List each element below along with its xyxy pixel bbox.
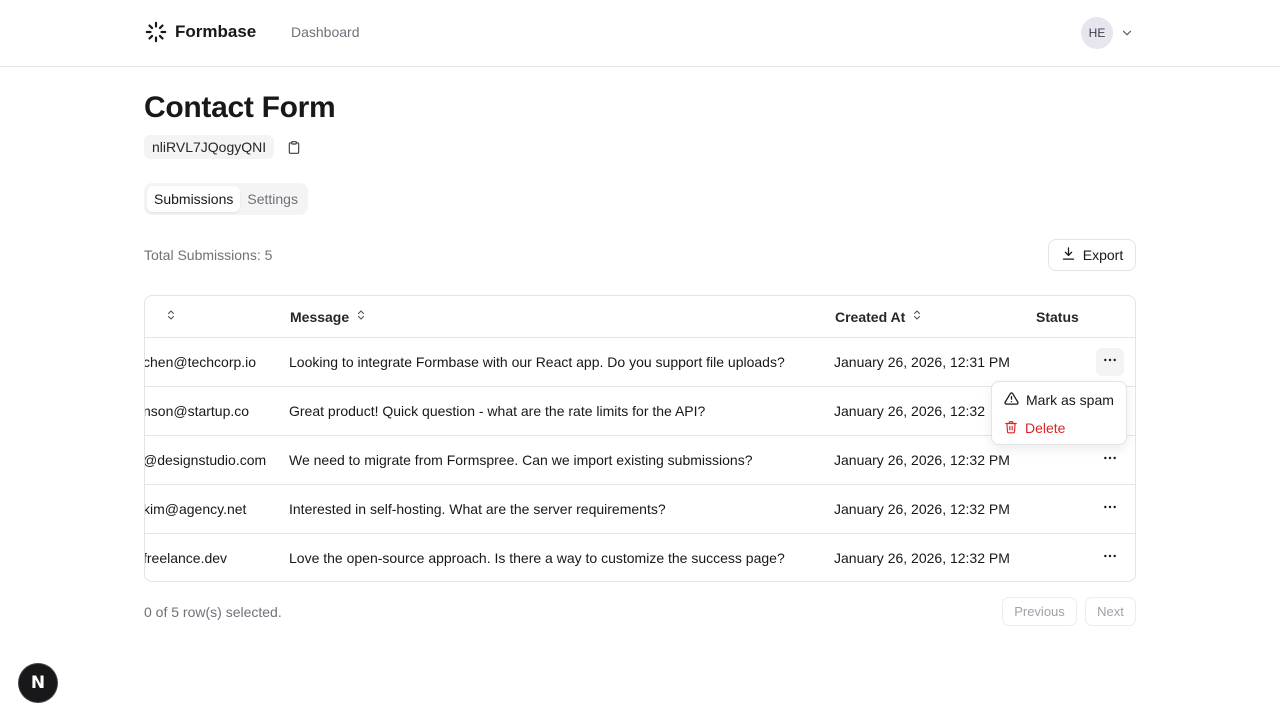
row-actions-button[interactable] [1096,348,1124,376]
column-header-created-at[interactable]: Created At [835,296,923,337]
more-horizontal-icon [1102,499,1118,520]
download-icon [1061,246,1076,264]
more-horizontal-icon [1102,352,1118,373]
email-cell: nson@startup.co [144,403,250,419]
menu-item-label: Mark as spam [1026,392,1114,408]
more-horizontal-icon [1102,450,1118,471]
column-header-message[interactable]: Message [290,296,367,337]
sort-icon [911,308,923,325]
brand-name: Formbase [175,22,257,41]
created-at-cell: January 26, 2026, 12:31 PM [834,354,1010,370]
table-row[interactable]: nson@startup.co Great product! Quick que… [145,387,1135,436]
export-button[interactable]: Export [1048,239,1136,271]
column-header-status: Status [1036,308,1079,325]
row-actions-button[interactable] [1096,544,1124,572]
message-cell: Love the open-source approach. Is there … [289,550,785,566]
column-header-email[interactable] [159,296,177,337]
more-horizontal-icon [1102,548,1118,569]
trash-icon [1004,420,1018,437]
row-actions-menu: Mark as spam Delete [991,381,1127,445]
dev-tools-badge[interactable]: N [19,664,57,702]
table-row[interactable]: freelance.dev Love the open-source appro… [144,534,1135,581]
table-row[interactable]: chen@techcorp.io Looking to integrate Fo… [145,338,1135,387]
top-navigation-bar: Formbase Dashboard HE [0,0,1280,67]
sort-icon [165,308,177,325]
created-at-cell: January 26, 2026, 12:32 PM [834,501,1010,517]
tab-list: Submissions Settings [144,183,308,215]
spinner-logo-icon [145,21,167,43]
email-cell: kim@agency.net [144,501,247,517]
previous-page-button[interactable]: Previous [1002,597,1077,626]
export-label: Export [1082,247,1124,263]
user-avatar[interactable]: HE [1081,17,1113,49]
menu-item-mark-as-spam[interactable]: Mark as spam [996,386,1122,414]
email-cell: chen@techcorp.io [144,354,257,370]
dev-badge-letter: N [30,673,46,693]
brand-link[interactable]: Formbase [145,21,256,43]
page-title: Contact Form [144,91,336,124]
created-at-cell: January 26, 2026, 12:32 PM [834,550,1010,566]
menu-item-label: Delete [1025,420,1066,436]
message-cell: Looking to integrate Formbase with our R… [289,354,785,370]
nav-dashboard-link[interactable]: Dashboard [291,24,360,40]
clipboard-icon[interactable] [285,138,303,156]
message-cell: We need to migrate from Formspree. Can w… [289,452,753,468]
next-page-button[interactable]: Next [1085,597,1136,626]
table-header: Message Created At Status [145,296,1135,338]
row-actions-button[interactable] [1096,446,1124,474]
chevron-down-icon[interactable] [1120,26,1134,45]
sort-icon [355,308,367,325]
row-actions-button[interactable] [1096,495,1124,523]
message-cell: Great product! Quick question - what are… [289,403,706,419]
message-cell: Interested in self-hosting. What are the… [289,501,666,517]
warning-triangle-icon [1004,391,1019,409]
menu-item-delete[interactable]: Delete [996,414,1122,442]
email-cell: freelance.dev [144,550,228,566]
form-id-badge: nliRVL7JQogyQNI [144,135,275,159]
table-row[interactable]: @designstudio.com We need to migrate fro… [145,436,1135,485]
submissions-table: Message Created At Status chen@techcorp.… [144,295,1136,582]
tab-submissions[interactable]: Submissions [147,186,241,212]
total-submissions: Total Submissions: 5 [144,247,273,263]
selection-count: 0 of 5 row(s) selected. [144,604,282,620]
email-cell: @designstudio.com [144,452,267,468]
table-row[interactable]: kim@agency.net Interested in self-hostin… [145,485,1135,534]
tab-settings[interactable]: Settings [240,186,305,212]
